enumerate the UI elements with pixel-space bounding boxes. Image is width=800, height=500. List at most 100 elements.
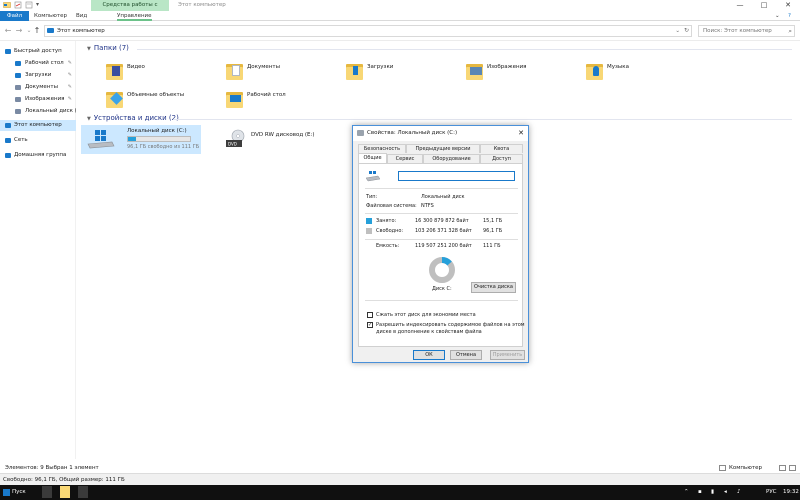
pin-icon[interactable]: ✎: [68, 94, 72, 105]
nav-homegroup[interactable]: Домашняя группа: [0, 150, 76, 161]
back-button[interactable]: ←: [3, 25, 13, 36]
tab-general[interactable]: Общие: [358, 153, 387, 163]
folder-video[interactable]: Видео: [105, 58, 215, 84]
type-value: Локальный диск: [421, 194, 465, 200]
close-button[interactable]: ✕: [776, 0, 800, 11]
disk-label: Диск С:: [432, 286, 452, 292]
maximize-button[interactable]: □: [752, 0, 776, 11]
refresh-icon[interactable]: ↻: [684, 26, 689, 36]
folder-documents[interactable]: Документы: [225, 58, 335, 84]
search-input[interactable]: [699, 26, 783, 36]
nav-quick-access[interactable]: Быстрый доступ: [0, 46, 76, 57]
nav-local-disk[interactable]: Локальный диск (С: [0, 106, 76, 117]
tray-overflow-icon[interactable]: ⌃: [684, 485, 689, 500]
speaker-icon[interactable]: ♪: [737, 485, 744, 500]
start-button[interactable]: Пуск: [0, 485, 38, 500]
filesystem-label: Файловая система:: [366, 203, 417, 209]
disk-cleanup-button[interactable]: Очистка диска: [471, 282, 516, 293]
new-folder-icon[interactable]: [25, 1, 33, 9]
nav-documents[interactable]: Документы ✎: [0, 82, 76, 93]
devices-group-header[interactable]: ▼ Устройства и диски (2): [87, 113, 179, 124]
battery-icon[interactable]: ▮: [711, 485, 718, 500]
qat-dropdown-icon[interactable]: ▾: [36, 1, 44, 9]
nav-label: Загрузки: [25, 72, 52, 78]
dialog-titlebar: Свойства: Локальный диск (C:) ✕: [353, 126, 528, 141]
folder-downloads[interactable]: Загрузки: [345, 58, 455, 84]
pictures-folder-icon: [465, 58, 485, 82]
details-view-icon[interactable]: [779, 465, 786, 471]
pin-icon[interactable]: ✎: [68, 58, 72, 69]
tab-view[interactable]: Вид: [76, 11, 87, 21]
video-folder-icon: [105, 58, 125, 82]
navigation-pane: Быстрый доступ Рабочий стол ✎ Загрузки ✎…: [0, 41, 76, 459]
nav-downloads[interactable]: Загрузки ✎: [0, 70, 76, 81]
used-size: 15,1 ГБ: [483, 218, 503, 224]
taskbar-explorer-icon[interactable]: [60, 486, 70, 498]
ribbon-tab-strip: Файл Компьютер Вид Управление ⌄ ?: [0, 11, 800, 21]
nav-label: Быстрый доступ: [14, 48, 62, 54]
network-icon: [5, 138, 11, 143]
network-tray-icon[interactable]: ▪: [698, 485, 705, 500]
help-icon[interactable]: ?: [788, 11, 791, 21]
address-dropdown-icon[interactable]: ⌄: [675, 26, 680, 36]
nav-label: Сеть: [14, 137, 28, 143]
windows-logo-icon: [3, 489, 10, 496]
language-indicator[interactable]: РУС: [766, 485, 777, 500]
large-icons-view-icon[interactable]: [789, 465, 796, 471]
tab-quota[interactable]: Квота: [480, 144, 523, 153]
nav-label: Этот компьютер: [14, 122, 62, 128]
folders-group-header[interactable]: ▼ Папки (7): [87, 43, 129, 54]
tab-hardware[interactable]: Оборудование: [423, 154, 480, 163]
minimize-button[interactable]: —: [728, 0, 752, 11]
forward-button[interactable]: →: [14, 25, 24, 36]
free-label: Свободно:: [376, 228, 404, 234]
clock[interactable]: 19:32: [783, 485, 799, 500]
drive-label-input[interactable]: [398, 171, 515, 181]
context-tab-group: Средства работы с дисками: [91, 0, 169, 19]
status-bar: Элементов: 9 Выбран 1 элемент Компьютер: [0, 463, 800, 473]
tab-tools[interactable]: Сервис: [387, 154, 423, 163]
search-field[interactable]: ⌕: [698, 25, 795, 37]
tab-sharing[interactable]: Доступ: [480, 154, 523, 163]
folder-name: Изображения: [487, 64, 527, 70]
address-field[interactable]: Этот компьютер ⌄ ↻: [44, 25, 692, 37]
cancel-button[interactable]: Отмена: [450, 350, 482, 360]
folder-desktop[interactable]: Рабочий стол: [225, 86, 335, 112]
filesystem-value: NTFS: [421, 203, 434, 209]
folder-3d-objects[interactable]: Объемные объекты: [105, 86, 215, 112]
drive-e[interactable]: DVD DVD RW дисковод (E:): [225, 125, 335, 154]
compress-checkbox[interactable]: [367, 312, 373, 318]
ribbon-expand-icon[interactable]: ⌄: [775, 11, 780, 21]
taskbar-app-icon[interactable]: [42, 486, 52, 498]
nav-this-pc[interactable]: Этот компьютер: [0, 120, 76, 131]
folder-pictures[interactable]: Изображения: [465, 58, 575, 84]
status-item-count: Элементов: 9 Выбран 1 элемент: [5, 465, 99, 471]
tab-computer[interactable]: Компьютер: [34, 11, 67, 21]
used-space-swatch: [366, 218, 372, 224]
divider: [365, 300, 518, 301]
capacity-size: 111 ГБ: [483, 243, 501, 249]
nav-desktop[interactable]: Рабочий стол ✎: [0, 58, 76, 69]
folder-music[interactable]: Музыка: [585, 58, 695, 84]
tab-previous-versions[interactable]: Предыдущие версии: [406, 144, 480, 153]
pin-icon[interactable]: ✎: [68, 70, 72, 81]
ok-button[interactable]: ОК: [413, 350, 445, 360]
taskbar-app-icon[interactable]: [78, 486, 88, 498]
tab-manage[interactable]: Управление: [117, 11, 152, 21]
up-button[interactable]: ↑: [32, 25, 42, 36]
tab-security[interactable]: Безопасность: [358, 144, 406, 153]
drive-name: Локальный диск (C:): [127, 128, 187, 134]
nav-pictures[interactable]: Изображения ✎: [0, 94, 76, 105]
drive-usage-bar: [127, 136, 191, 142]
pin-icon[interactable]: ✎: [68, 82, 72, 93]
drive-c[interactable]: Локальный диск (C:) 96,1 ГБ свободно из …: [81, 125, 201, 154]
properties-icon[interactable]: [14, 1, 22, 9]
apply-button[interactable]: Применить: [490, 350, 525, 360]
tab-file[interactable]: Файл: [0, 11, 29, 21]
nav-network[interactable]: Сеть: [0, 135, 76, 146]
index-checkbox[interactable]: ✓: [367, 322, 373, 328]
capacity-label: Емкость:: [376, 243, 400, 249]
search-icon: ⌕: [788, 27, 792, 35]
dialog-close-button[interactable]: ✕: [518, 126, 524, 141]
volume-icon[interactable]: ◂: [724, 485, 731, 500]
